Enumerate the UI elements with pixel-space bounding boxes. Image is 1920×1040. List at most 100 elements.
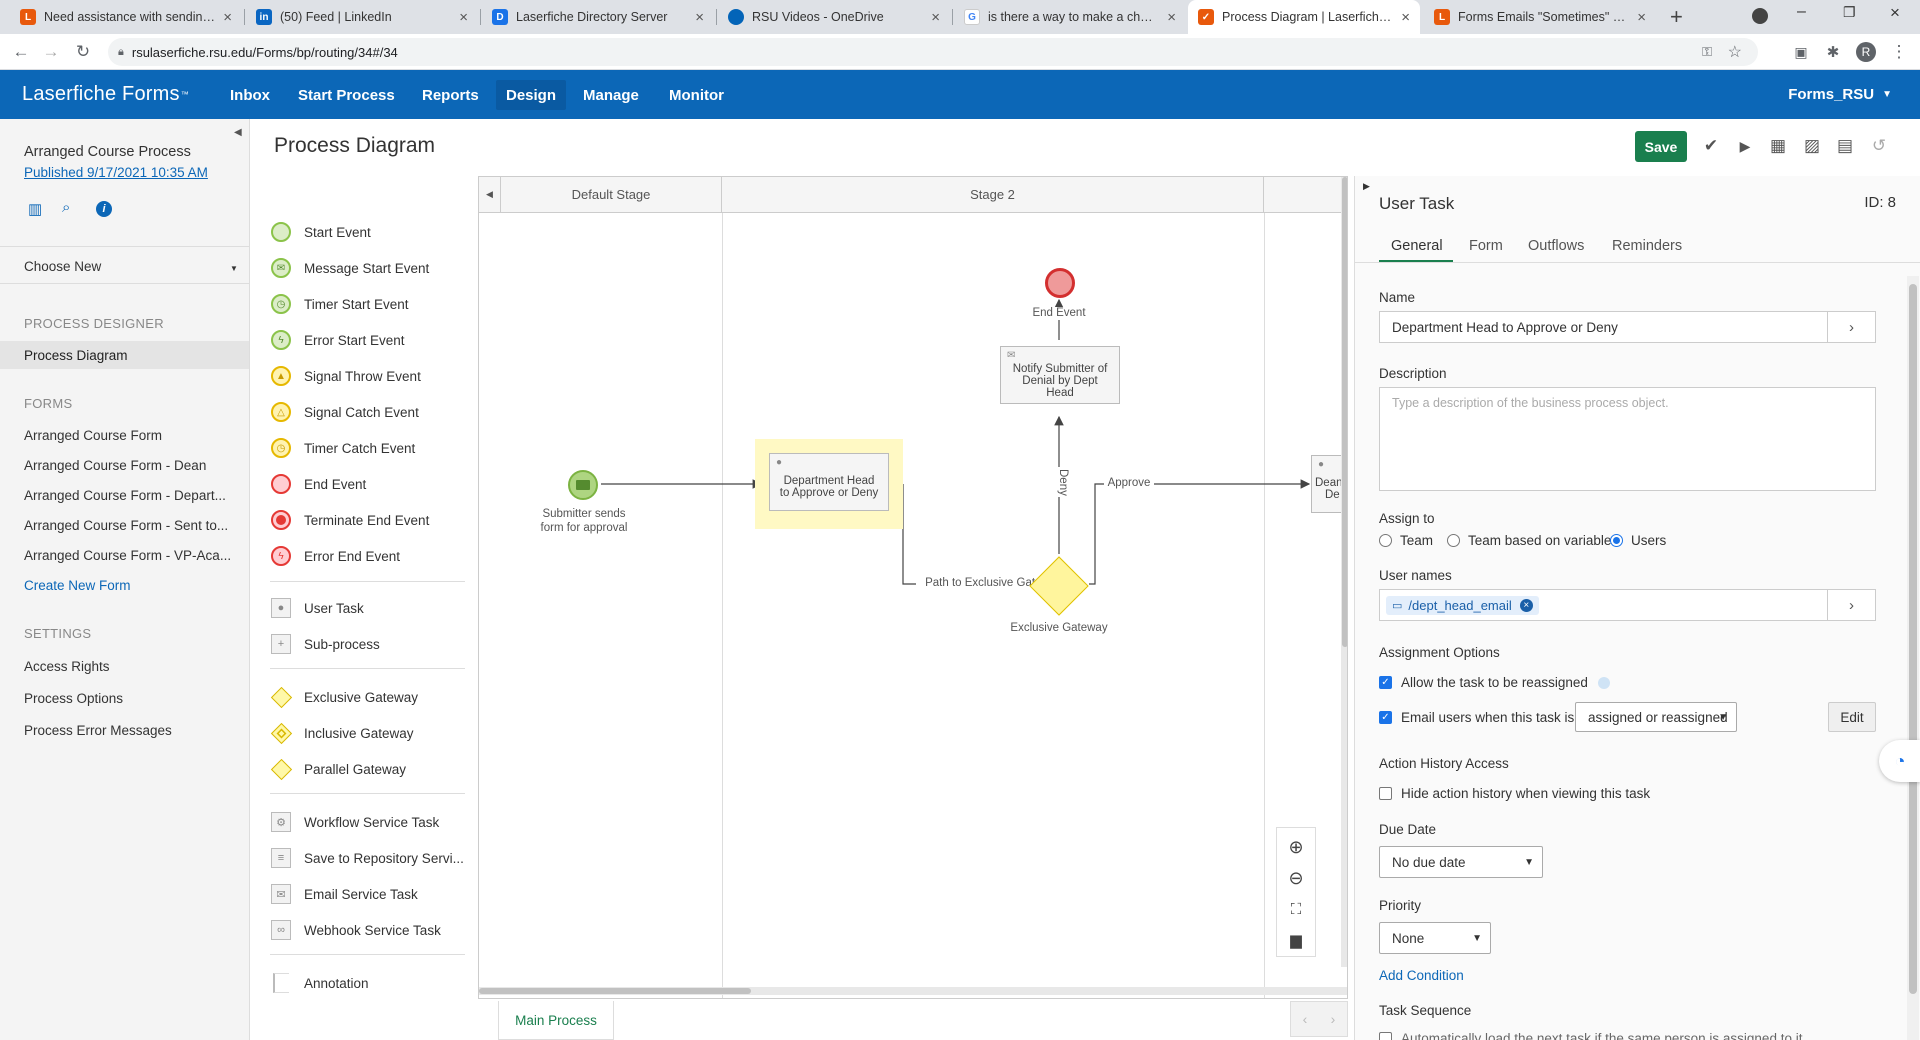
menu-dots-icon[interactable]: ⋮ (1888, 41, 1910, 63)
deny-label[interactable]: Deny (1049, 467, 1069, 497)
description-textarea[interactable]: Type a description of the business proce… (1379, 387, 1876, 491)
collapse-sidebar-icon[interactable]: ◀ (234, 127, 242, 138)
url-bar[interactable]: 🔒︎ rsulaserfiche.rsu.edu/Forms/bp/routin… (108, 38, 1758, 66)
palette-workflow-service-task[interactable]: ⚙ Workflow Service Task (270, 810, 439, 834)
fit-screen-icon[interactable]: ⛶ (1283, 896, 1309, 922)
tab-search-icon[interactable] (1752, 8, 1768, 24)
search-list-icon[interactable]: ⌕ (62, 199, 70, 216)
bookmark-star-icon[interactable]: ☆ (1728, 42, 1742, 62)
nav-manage[interactable]: Manage (573, 80, 649, 110)
palette-signal-throw-event[interactable]: ▲ Signal Throw Event (270, 364, 421, 388)
palette-annotation[interactable]: Annotation (270, 971, 369, 995)
back-icon[interactable]: ← (10, 41, 32, 63)
extension-icon[interactable]: ▣ (1790, 41, 1812, 63)
nav-start-process[interactable]: Start Process (288, 80, 405, 110)
sidebar-item-form[interactable]: Arranged Course Form - VP-Aca... (24, 548, 231, 563)
end-event-shape[interactable] (1045, 268, 1075, 298)
published-link[interactable]: Published 9/17/2021 10:35 AM (24, 165, 208, 180)
priority-select[interactable]: None ▼ (1379, 922, 1491, 954)
nav-design[interactable]: Design (496, 80, 567, 110)
palette-end-event[interactable]: End Event (270, 472, 366, 496)
diagram-canvas[interactable]: ◀ Default Stage Stage 2 Submitter sends … (478, 176, 1348, 999)
restore-icon[interactable]: ❐ (1843, 4, 1856, 21)
palette-start-event[interactable]: Start Event (270, 220, 371, 244)
create-new-form-link[interactable]: Create New Form (24, 578, 131, 593)
profile-avatar[interactable]: R (1856, 42, 1876, 62)
sidebar-item-process-error-messages[interactable]: Process Error Messages (24, 723, 172, 738)
sidebar-item-process-options[interactable]: Process Options (24, 691, 123, 706)
info-icon[interactable]: i (96, 201, 112, 217)
sidebar-item-form[interactable]: Arranged Course Form - Depart... (24, 488, 226, 503)
panel-scrollbar[interactable] (1907, 276, 1919, 1040)
browser-tab[interactable]: RSU Videos - OneDrive × (718, 0, 950, 34)
sidebar-item-form[interactable]: Arranged Course Form (24, 428, 162, 443)
due-date-select[interactable]: No due date ▼ (1379, 846, 1543, 878)
canvas-vertical-scrollbar[interactable] (1341, 177, 1347, 967)
email-users-checkbox[interactable]: ✓ Email users when this task is (1379, 710, 1574, 725)
forward-icon[interactable]: → (40, 41, 62, 63)
palette-timer-catch-event[interactable]: ◷ Timer Catch Event (270, 436, 415, 460)
key-icon[interactable]: ⚿ (1702, 44, 1712, 60)
palette-message-start-event[interactable]: ✉ Message Start Event (270, 256, 429, 280)
puzzle-icon[interactable]: ✱ (1822, 41, 1844, 63)
close-icon[interactable]: × (223, 9, 232, 26)
user-menu[interactable]: Forms_RSU ▼ (1788, 70, 1892, 119)
hide-history-checkbox[interactable]: Hide action history when viewing this ta… (1379, 786, 1650, 801)
chevron-right-icon[interactable]: › (1331, 1011, 1336, 1027)
nav-reports[interactable]: Reports (412, 80, 489, 110)
start-event-shape[interactable] (568, 470, 598, 500)
palette-terminate-end-event[interactable]: Terminate End Event (270, 508, 429, 532)
run-play-icon[interactable]: ▶ (1732, 133, 1758, 159)
close-icon[interactable]: × (695, 9, 704, 26)
palette-exclusive-gateway[interactable]: Exclusive Gateway (270, 685, 418, 709)
tab-general[interactable]: General (1391, 238, 1443, 254)
reload-icon[interactable]: ↻ (72, 41, 94, 63)
support-chat-icon[interactable]: ◔ (1879, 740, 1920, 782)
browser-tab-active[interactable]: ✓ Process Diagram | Laserfiche Fo × (1188, 0, 1420, 34)
grid-icon[interactable]: ▦ (1765, 133, 1791, 159)
palette-inclusive-gateway[interactable]: Inclusive Gateway (270, 721, 414, 745)
minimap-icon[interactable]: ▆ (1283, 927, 1309, 953)
browser-tab[interactable]: D Laserfiche Directory Server × (482, 0, 714, 34)
remove-token-icon[interactable]: × (1519, 598, 1533, 612)
tab-reminders[interactable]: Reminders (1612, 238, 1682, 254)
browser-tab[interactable]: L Forms Emails "Sometimes" Fail t × (1424, 0, 1656, 34)
image-icon[interactable]: ▨ (1799, 133, 1825, 159)
save-button[interactable]: Save (1635, 131, 1687, 162)
add-condition-link[interactable]: Add Condition (1379, 968, 1464, 983)
close-icon[interactable]: × (1637, 9, 1646, 26)
palette-error-end-event[interactable]: ϟ Error End Event (270, 544, 400, 568)
palette-timer-start-event[interactable]: ◷ Timer Start Event (270, 292, 409, 316)
name-input[interactable]: Department Head to Approve or Deny (1379, 311, 1828, 343)
validate-check-icon[interactable]: ✔ (1698, 133, 1724, 159)
email-when-select[interactable]: assigned or reassigned ▼ (1575, 702, 1737, 732)
assign-users-radio[interactable]: Users (1610, 533, 1666, 548)
palette-email-service-task[interactable]: ✉ Email Service Task (270, 882, 418, 906)
auto-load-next-checkbox[interactable]: Automatically load the next task if the … (1379, 1031, 1802, 1040)
user-names-variable-button[interactable]: › (1828, 589, 1876, 621)
palette-parallel-gateway[interactable]: Parallel Gateway (270, 757, 406, 781)
palette-sub-process[interactable]: + Sub-process (270, 632, 380, 656)
edit-email-button[interactable]: Edit (1828, 702, 1876, 732)
assign-team-radio[interactable]: Team (1379, 533, 1433, 548)
undo-icon[interactable]: ↺ (1866, 133, 1892, 159)
chevron-left-icon[interactable]: ‹ (1303, 1011, 1308, 1027)
user-names-input[interactable]: ▭ /dept_head_email × (1379, 589, 1828, 621)
close-icon[interactable]: × (1167, 9, 1176, 26)
new-tab-button[interactable]: + (1670, 4, 1683, 30)
nav-monitor[interactable]: Monitor (659, 80, 734, 110)
scrollbar-thumb[interactable] (479, 988, 751, 994)
scrollbar-thumb[interactable] (1342, 177, 1347, 647)
close-icon[interactable]: × (1401, 9, 1410, 26)
palette-signal-catch-event[interactable]: △ Signal Catch Event (270, 400, 419, 424)
palette-error-start-event[interactable]: ϟ Error Start Event (270, 328, 405, 352)
brand-logo[interactable]: Laserfiche Forms ™ (22, 70, 189, 119)
palette-webhook-service-task[interactable]: ∞ Webhook Service Task (270, 918, 441, 942)
close-icon[interactable]: × (931, 9, 940, 26)
nav-inbox[interactable]: Inbox (220, 80, 280, 110)
palette-save-to-repository[interactable]: ≡ Save to Repository Servi... (270, 846, 464, 870)
minimize-icon[interactable]: – (1797, 3, 1806, 21)
close-icon[interactable]: × (459, 9, 468, 26)
close-window-icon[interactable]: × (1890, 3, 1900, 23)
clipboard-icon[interactable]: ▤ (1832, 133, 1858, 159)
